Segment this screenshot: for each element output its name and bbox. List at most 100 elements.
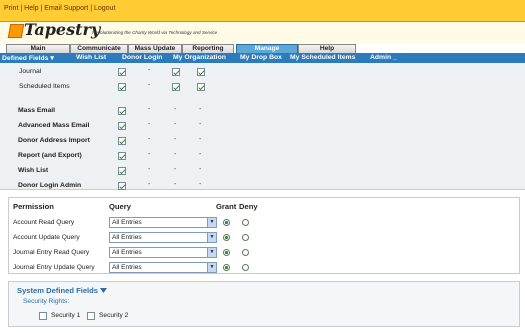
feature-dash: - — [148, 106, 151, 113]
feature-label: Advanced Mass Email — [18, 122, 90, 129]
top-link-separator: | — [20, 5, 23, 12]
subnav-defined-fields[interactable]: Defined Fields ▾ — [2, 54, 54, 62]
tab-help[interactable]: Help — [298, 44, 356, 53]
feature-dash: - — [148, 121, 151, 128]
deny-radio[interactable] — [242, 219, 249, 226]
security-2-label: Security 2 — [99, 312, 129, 319]
security-rights-label: Security Rights: — [23, 298, 70, 305]
feature-checkbox[interactable] — [197, 68, 205, 76]
system-defined-fields-title: System Defined Fields — [17, 286, 99, 295]
query-select[interactable]: All Entries ▼ — [109, 232, 217, 243]
subnav-my-drop-box[interactable]: My Drop Box — [240, 54, 282, 61]
feature-dash: - — [148, 136, 151, 143]
deny-radio[interactable] — [242, 234, 249, 241]
feature-checkbox[interactable] — [172, 83, 180, 91]
tab-communicate[interactable]: Communicate — [70, 44, 128, 53]
feature-row: Donor Login Admin - - - — [0, 179, 525, 193]
feature-checkbox[interactable] — [118, 107, 126, 115]
query-select[interactable]: All Entries ▼ — [109, 217, 217, 228]
brand-tagline: Revolutionizing the Charity World via Te… — [92, 30, 218, 35]
feature-label: Scheduled Items — [19, 83, 70, 90]
feature-label: Wish List — [18, 167, 49, 174]
feature-checkbox[interactable] — [118, 137, 126, 145]
subnav-donor-login[interactable]: Donor Login — [122, 54, 162, 61]
permission-row: Account Read Query All Entries ▼ — [9, 215, 521, 230]
grant-header: Grant — [216, 202, 237, 211]
top-link-separator: | — [40, 5, 43, 12]
query-select[interactable]: All Entries ▼ — [109, 247, 217, 258]
permissions-panel: Permission Query Grant Deny Account Read… — [8, 197, 520, 274]
email-support-link[interactable]: Email Support — [44, 5, 88, 12]
feature-checkbox[interactable] — [118, 83, 126, 91]
feature-row: Wish List - - - — [0, 164, 525, 178]
deny-radio[interactable] — [242, 249, 249, 256]
feature-dash: - — [148, 151, 151, 158]
permission-row: Journal Entry Update Query All Entries ▼ — [9, 260, 521, 275]
select-arrow-icon: ▼ — [207, 248, 216, 257]
feature-dash: - — [174, 181, 177, 188]
feature-dash: - — [199, 166, 202, 173]
feature-label: Report (and Export) — [18, 152, 82, 159]
tab-mass-update[interactable]: Mass Update — [128, 44, 182, 53]
top-bar: Print | Help | Email Support | Logout — [0, 0, 525, 22]
select-arrow-icon: ▼ — [207, 263, 216, 272]
tab-reporting[interactable]: Reporting — [182, 44, 234, 53]
permission-label: Journal Entry Update Query — [13, 264, 95, 271]
feature-checkbox[interactable] — [118, 68, 126, 76]
feature-checkbox[interactable] — [118, 182, 126, 190]
deny-radio[interactable] — [242, 264, 249, 271]
feature-checkbox[interactable] — [118, 122, 126, 130]
feature-dash: - — [174, 106, 177, 113]
feature-checkbox[interactable] — [118, 152, 126, 160]
feature-checkbox[interactable] — [197, 83, 205, 91]
feature-rights-panel: Journal - Scheduled Items - Mass Email - - - Adv… — [0, 63, 525, 190]
permission-row: Journal Entry Read Query All Entries ▼ — [9, 245, 521, 260]
feature-label: Donor Login Admin — [18, 182, 82, 189]
query-header: Query — [109, 202, 131, 211]
feature-checkbox[interactable] — [118, 167, 126, 175]
feature-label: Mass Email — [18, 107, 56, 114]
grant-radio[interactable] — [223, 234, 230, 241]
dropdown-arrow-icon: ▾ — [50, 55, 54, 62]
query-select-value: All Entries — [112, 219, 142, 226]
security-1-label: Security 1 — [51, 312, 81, 319]
brand-name: Tapestry — [24, 20, 101, 39]
subnav-admin[interactable]: Admin _ — [370, 54, 397, 61]
feature-label: Journal — [19, 68, 42, 75]
feature-dash: - — [199, 121, 202, 128]
subnav-wish-list[interactable]: Wish List — [76, 54, 106, 61]
feature-dash: - — [148, 82, 151, 89]
grant-radio[interactable] — [223, 264, 230, 271]
subnav-defined-fields-label: Defined Fields — [2, 55, 49, 62]
system-defined-fields-toggle[interactable]: System Defined Fields — [17, 286, 108, 295]
logout-link[interactable]: Logout — [94, 5, 115, 12]
feature-checkbox[interactable] — [172, 68, 180, 76]
feature-dash: - — [148, 166, 151, 173]
top-link-separator: | — [90, 5, 93, 12]
feature-row: Journal - — [0, 65, 525, 79]
grant-radio[interactable] — [223, 249, 230, 256]
main-tabs: Main Communicate Mass Update Reporting M… — [0, 44, 525, 53]
query-select[interactable]: All Entries ▼ — [109, 262, 217, 273]
subnav-my-organization[interactable]: My Organization — [173, 54, 226, 61]
admin-marker: _ — [393, 54, 397, 61]
permission-label: Journal Entry Read Query — [13, 249, 90, 256]
feature-dash: - — [174, 136, 177, 143]
feature-row: Mass Email - - - — [0, 104, 525, 118]
security-2-checkbox[interactable] — [87, 312, 95, 320]
print-link[interactable]: Print — [4, 5, 18, 12]
permission-label: Account Update Query — [13, 234, 80, 241]
permission-header: Permission — [13, 202, 54, 211]
grant-radio[interactable] — [223, 219, 230, 226]
select-arrow-icon: ▼ — [207, 218, 216, 227]
help-link[interactable]: Help — [24, 5, 38, 12]
feature-dash: - — [174, 151, 177, 158]
query-select-value: All Entries — [112, 249, 142, 256]
feature-row: Donor Address Import - - - — [0, 134, 525, 148]
tab-main[interactable]: Main — [6, 44, 70, 53]
security-1-checkbox[interactable] — [39, 312, 47, 320]
feature-row: Scheduled Items - — [0, 80, 525, 94]
feature-dash: - — [148, 181, 151, 188]
tab-manage[interactable]: Manage — [236, 44, 298, 53]
subnav-my-scheduled-items[interactable]: My Scheduled Items — [290, 54, 355, 61]
